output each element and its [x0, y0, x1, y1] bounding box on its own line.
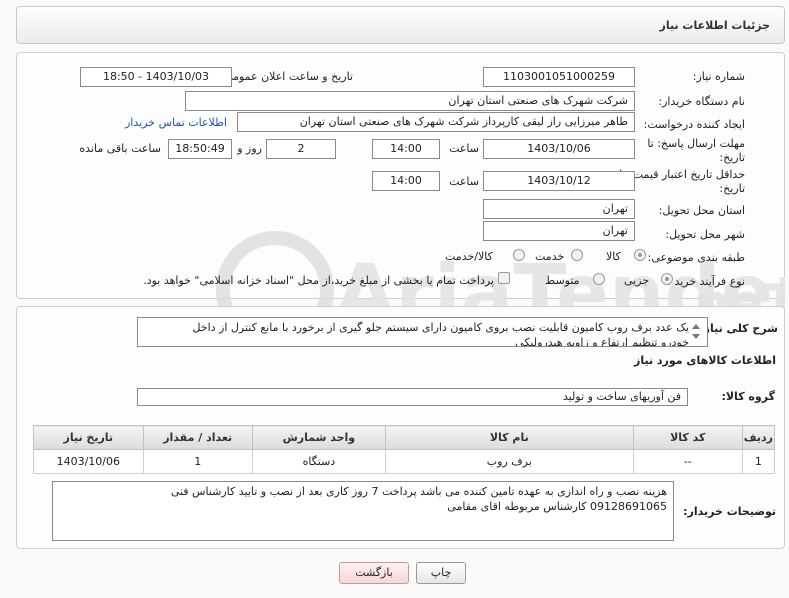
goods-table-header: ردیف کد کالا نام کالا واحد شمارش تعداد /… — [33, 425, 776, 450]
cell-code: -- — [632, 449, 743, 474]
category-radio-service[interactable] — [571, 249, 583, 261]
treasury-payment-checkbox[interactable] — [498, 272, 510, 284]
deadline-time-label: ساعت — [449, 142, 479, 155]
scroll-arrows-icon — [692, 324, 700, 339]
print-button[interactable]: چاپ — [416, 562, 466, 584]
deadline-time-field: 14:00 — [372, 139, 440, 159]
buyer-org-field: شرکت شهرک های صنعتی استان تهران — [185, 91, 635, 111]
col-header-name: نام کالا — [384, 425, 634, 450]
category-option-goods-service: کالا/خدمت — [445, 250, 493, 263]
category-option-service: خدمت — [535, 250, 565, 263]
purchase-radio-medium[interactable] — [593, 273, 605, 285]
category-radio-goods-service[interactable] — [513, 249, 525, 261]
summary-textarea: یک عدد برف روب کامیون قابلیت نصب بروی کا… — [137, 317, 708, 347]
summary-line-2: خودرو تنظیم ارتفاع و زاویه هیدرولیکی — [515, 336, 689, 347]
cell-date: 1403/10/06 — [33, 449, 144, 474]
validity-date-field: 1403/10/12 — [483, 171, 635, 191]
goods-group-field: فن آوریهای ساخت و تولید — [137, 388, 688, 406]
goods-section-title: اطلاعات کالاهای مورد نیاز — [634, 354, 776, 367]
treasury-payment-note: پرداخت تمام یا بخشی از مبلغ خرید،از محل … — [143, 274, 494, 287]
page-header: جزئیات اطلاعات نیاز — [16, 6, 785, 44]
col-header-row: ردیف — [741, 425, 776, 450]
deadline-label-date: تاریخ: — [719, 151, 745, 164]
col-header-unit: واحد شمارش — [251, 425, 386, 450]
remaining-label: ساعت باقی مانده — [79, 142, 161, 155]
summary-scroll-arrows[interactable] — [691, 321, 701, 343]
category-option-goods: کالا — [606, 250, 621, 263]
col-header-quantity: تعداد / مقدار — [142, 425, 253, 450]
buyer-notes-textarea: هزینه نصب و راه اندازی به عهده تامین کنن… — [52, 481, 674, 541]
col-header-code: کد کالا — [632, 425, 743, 450]
summary-label: شرح کلی نیاز: — [699, 322, 778, 335]
buyer-org-label: نام دستگاه خریدار: — [658, 95, 745, 108]
city-field: تهران — [483, 221, 635, 241]
days-label: روز و — [237, 142, 262, 155]
cell-quantity: 1 — [142, 449, 253, 474]
buyer-notes-line-2: 09128691065 کارشناس مربوطه اقای مقامی — [447, 500, 667, 513]
validity-time-label: ساعت — [449, 175, 479, 188]
table-row: 1 -- برف روب دستگاه 1 1403/10/06 — [33, 449, 776, 474]
province-label: استان محل تحویل: — [658, 204, 745, 217]
purchase-radio-minor[interactable] — [661, 273, 673, 285]
deadline-date-field: 1403/10/06 — [483, 139, 635, 159]
need-number-label: شماره نیاز: — [692, 70, 745, 83]
remaining-time-field: 18:50:49 — [168, 139, 232, 159]
buyer-notes-label: توضیحات خریدار: — [683, 505, 776, 518]
cell-name: برف روب — [384, 449, 634, 474]
cell-row: 1 — [741, 449, 776, 474]
col-header-date: تاریخ نیاز — [33, 425, 144, 450]
requester-label: ایجاد کننده درخواست: — [643, 118, 745, 131]
remaining-days-field: 2 — [266, 139, 336, 159]
purchase-type-label: نوع فرآیند خرید : — [667, 275, 745, 288]
announce-datetime-field: 1403/10/03 - 18:50 — [80, 67, 232, 87]
page-title: جزئیات اطلاعات نیاز — [659, 19, 771, 32]
city-label: شهر محل تحویل: — [665, 228, 745, 241]
goods-table: ردیف کد کالا نام کالا واحد شمارش تعداد /… — [33, 425, 776, 474]
need-number-field: 1103001051000259 — [483, 67, 635, 87]
validity-label-date: تاریخ: — [719, 182, 745, 195]
province-field: تهران — [483, 199, 635, 219]
announce-label: تاریخ و ساعت اعلان عمومی: — [220, 70, 353, 83]
requester-field: طاهر میرزایی راز لیقی کارپرداز شرکت شهرک… — [237, 112, 635, 132]
cell-unit: دستگاه — [251, 449, 386, 474]
back-button[interactable]: بازگشت — [339, 562, 409, 584]
validity-label: حداقل تاریخ اعتبار قیمت: تا — [619, 168, 745, 181]
goods-group-label: گروه کالا: — [721, 390, 775, 403]
buyer-contact-link[interactable]: اطلاعات تماس خریدار — [125, 116, 227, 129]
validity-time-field: 14:00 — [372, 171, 440, 191]
purchase-option-medium: متوسط — [545, 274, 580, 287]
category-radio-goods[interactable] — [634, 249, 646, 261]
summary-line-1: یک عدد برف روب کامیون قابلیت نصب بروی کا… — [192, 321, 689, 334]
purchase-option-minor: جزیی — [624, 274, 650, 287]
deadline-label: مهلت ارسال پاسخ: تا — [647, 137, 745, 150]
buyer-notes-line-1: هزینه نصب و راه اندازی به عهده تامین کنن… — [170, 485, 667, 498]
category-label: طبقه بندی موضوعی: — [647, 251, 745, 264]
